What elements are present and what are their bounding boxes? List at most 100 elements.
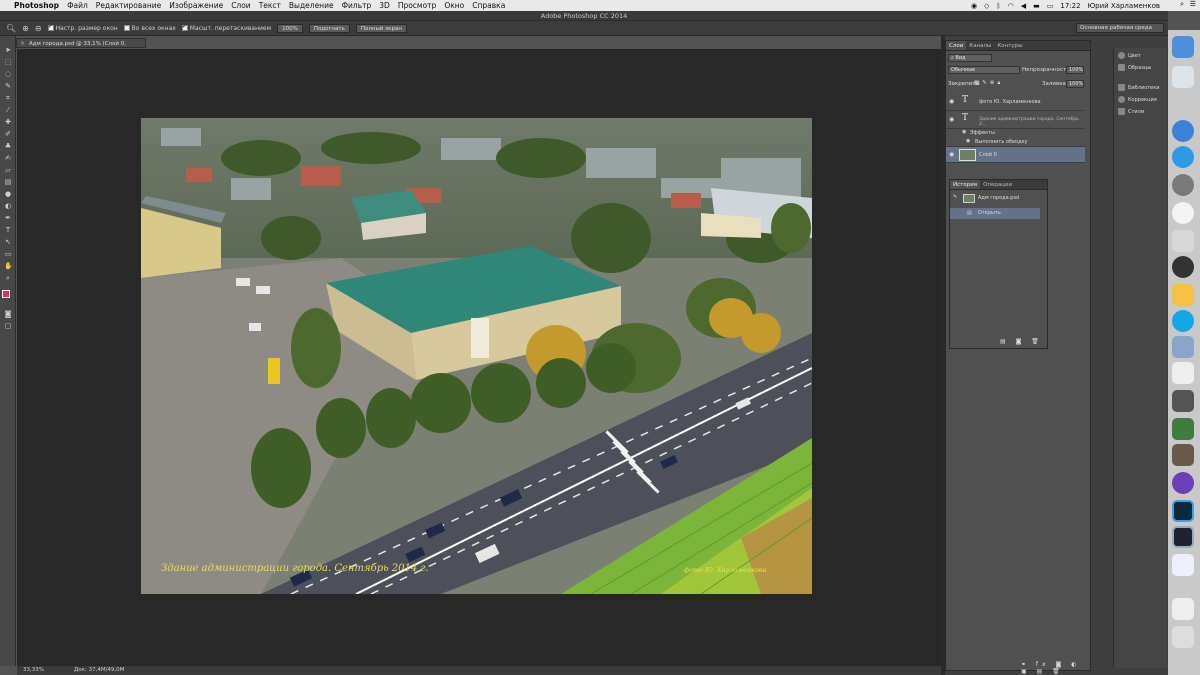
layer-kind-filter[interactable]: ⌕ Вид (948, 54, 992, 62)
bluetooth-icon[interactable]: ᛒ (996, 2, 1000, 10)
dropbox-icon[interactable]: ◇ (984, 2, 989, 10)
menu-layers[interactable]: Слои (231, 1, 251, 10)
fill-screen-button[interactable]: Полный экран (355, 23, 407, 33)
quick-mask-icon[interactable]: ◙ (4, 310, 12, 318)
menu-file[interactable]: Файл (67, 1, 88, 10)
menu-help[interactable]: Справка (472, 1, 505, 10)
creative-cloud-icon[interactable]: ◉ (971, 2, 977, 10)
iphoto-icon[interactable] (1172, 444, 1194, 466)
screen-mode-icon[interactable]: ▢ (4, 322, 12, 330)
menu-filter[interactable]: Фильтр (342, 1, 372, 10)
notification-icon[interactable]: ☰ (1190, 0, 1196, 8)
history-step-open[interactable]: ▤ Открыть (950, 208, 1040, 219)
blur-tool-icon[interactable]: ● (4, 190, 12, 198)
menu-edit[interactable]: Редактирование (96, 1, 161, 10)
type-tool-icon[interactable]: T (4, 226, 12, 234)
documents-icon[interactable] (1172, 554, 1194, 576)
preview-icon[interactable] (1172, 336, 1194, 358)
foreground-color-swatch[interactable] (2, 290, 10, 298)
zoom-out-icon[interactable]: ⊖ (35, 24, 42, 33)
hand-tool-icon[interactable]: ✋ (4, 262, 13, 270)
menu-3d[interactable]: 3D (379, 1, 390, 10)
path-select-tool-icon[interactable]: ↖ (4, 238, 12, 246)
trash-icon[interactable] (1172, 626, 1194, 648)
layer-effects-row[interactable]: ◉ Эффекты (946, 129, 1085, 138)
eye-icon[interactable]: ◉ (949, 116, 955, 123)
scrubby-zoom-checkbox[interactable]: Масшт. перетаскиванием (181, 22, 271, 32)
menu-type[interactable]: Текст (259, 1, 281, 10)
eye-icon[interactable]: ◉ (966, 138, 972, 144)
zoom-100-button[interactable]: 100% (277, 23, 303, 33)
imovie-star-icon[interactable] (1172, 472, 1194, 494)
all-windows-checkbox[interactable]: Во всех окнах (123, 25, 176, 32)
safari-icon[interactable] (1172, 120, 1194, 142)
history-footer-icons[interactable]: ▤ ◙ 🗑︎ (1000, 338, 1045, 345)
workspace-select[interactable]: Основная рабочая среда (1076, 23, 1164, 33)
swatches-panel-button[interactable]: Образцы (1118, 64, 1151, 71)
opacity-field[interactable]: 100% (1066, 66, 1084, 74)
close-tab-icon[interactable]: × (20, 39, 25, 49)
layer-row-text-1[interactable]: ◉ T фото Ю. Харламенкова (946, 93, 1085, 111)
app-menu[interactable]: Photoshop (14, 1, 59, 10)
history-brush-tool-icon[interactable]: ✍ (4, 154, 12, 162)
styles-panel-button[interactable]: Стили (1118, 108, 1144, 115)
crop-tool-icon[interactable]: ⌗ (4, 94, 12, 102)
pen-tool-icon[interactable]: ✒ (4, 214, 12, 222)
menu-view[interactable]: Просмотр (398, 1, 437, 10)
lasso-tool-icon[interactable]: ◌ (4, 70, 12, 78)
tab-paths[interactable]: Контуры (994, 41, 1025, 50)
fill-field[interactable]: 100% (1066, 80, 1084, 88)
user-name[interactable]: Юрий Харламенков (1088, 2, 1160, 10)
gradient-tool-icon[interactable]: ▤ (4, 178, 12, 186)
flag-icon[interactable]: ▬ (1033, 2, 1040, 10)
calendar-icon[interactable] (1172, 230, 1194, 252)
search-icon[interactable]: ⌕ (1180, 0, 1184, 9)
system-preferences-icon[interactable] (1172, 174, 1194, 196)
history-snapshot[interactable]: ✎ Адм города.psd (950, 192, 1040, 206)
adjustments-panel-button[interactable]: Коррекция (1118, 96, 1157, 103)
battery-icon[interactable]: ▭ (1047, 2, 1054, 10)
document-tab[interactable]: × Адм города.psd @ 33,1% (Слой 0, RGB/8*… (16, 38, 146, 57)
launchpad-icon[interactable] (1172, 66, 1194, 88)
fit-screen-button[interactable]: Подогнать (308, 23, 350, 33)
finder-icon[interactable] (1172, 36, 1194, 58)
move-tool-icon[interactable]: ➤ (4, 46, 12, 54)
layers-footer-icons[interactable]: ⚭ fx ◙ ◐ ▣ ▤ 🗑︎ (1021, 661, 1091, 675)
resize-windows-checkbox[interactable]: Настр. размер окон (47, 22, 118, 32)
eraser-tool-icon[interactable]: ▱ (4, 166, 12, 174)
volume-icon[interactable]: ◀ (1021, 2, 1026, 10)
eye-icon[interactable]: ◉ (949, 151, 955, 158)
color-panel-button[interactable]: Цвет (1118, 52, 1141, 59)
zoom-in-icon[interactable]: ⊕ (22, 24, 29, 33)
layer-stroke-effect-row[interactable]: ◉ Выполнить обводку (946, 138, 1085, 147)
dodge-tool-icon[interactable]: ◐ (4, 202, 12, 210)
lock-icons[interactable]: ▩✎⊕🔒︎ (974, 80, 1024, 87)
menu-window[interactable]: Окно (444, 1, 464, 10)
menu-select[interactable]: Выделение (289, 1, 334, 10)
layer-row-image-selected[interactable]: ◉ Слой 0 (946, 147, 1085, 163)
eye-icon[interactable]: ◉ (962, 129, 968, 135)
document-size-info[interactable]: Док: 37,4M/49,0M (74, 666, 124, 675)
camera-app-icon[interactable] (1172, 256, 1194, 278)
lightroom-icon[interactable] (1172, 526, 1194, 548)
zoom-tool-small-icon[interactable]: ⌕ (4, 274, 12, 282)
image-capture-icon[interactable] (1172, 390, 1194, 412)
eye-icon[interactable]: ◉ (949, 98, 955, 105)
downloads-icon[interactable] (1172, 598, 1194, 620)
document-image[interactable]: Здание администрации города. Сентябрь 20… (141, 118, 812, 594)
photos-icon[interactable] (1172, 202, 1194, 224)
skype-icon[interactable] (1172, 310, 1194, 332)
tab-history[interactable]: История (950, 180, 981, 189)
quick-select-tool-icon[interactable]: ✎ (4, 82, 12, 90)
layer-row-text-2[interactable]: ◉ T Здание администрации города. Сентябр… (946, 111, 1085, 129)
canvas-area[interactable]: Здание администрации города. Сентябрь 20… (17, 49, 941, 666)
clone-stamp-tool-icon[interactable]: ♣ (4, 142, 12, 150)
clock[interactable]: 17:22 (1060, 2, 1080, 10)
eyedropper-tool-icon[interactable]: ⁄ (4, 106, 12, 114)
wifi-icon[interactable]: ◠ (1008, 2, 1014, 10)
brush-tool-icon[interactable]: ✐ (4, 130, 12, 138)
healing-tool-icon[interactable]: ✚ (4, 118, 12, 126)
shape-tool-icon[interactable]: ▭ (4, 250, 12, 258)
facetime-icon[interactable] (1172, 418, 1194, 440)
photoshop-icon[interactable] (1172, 500, 1194, 522)
